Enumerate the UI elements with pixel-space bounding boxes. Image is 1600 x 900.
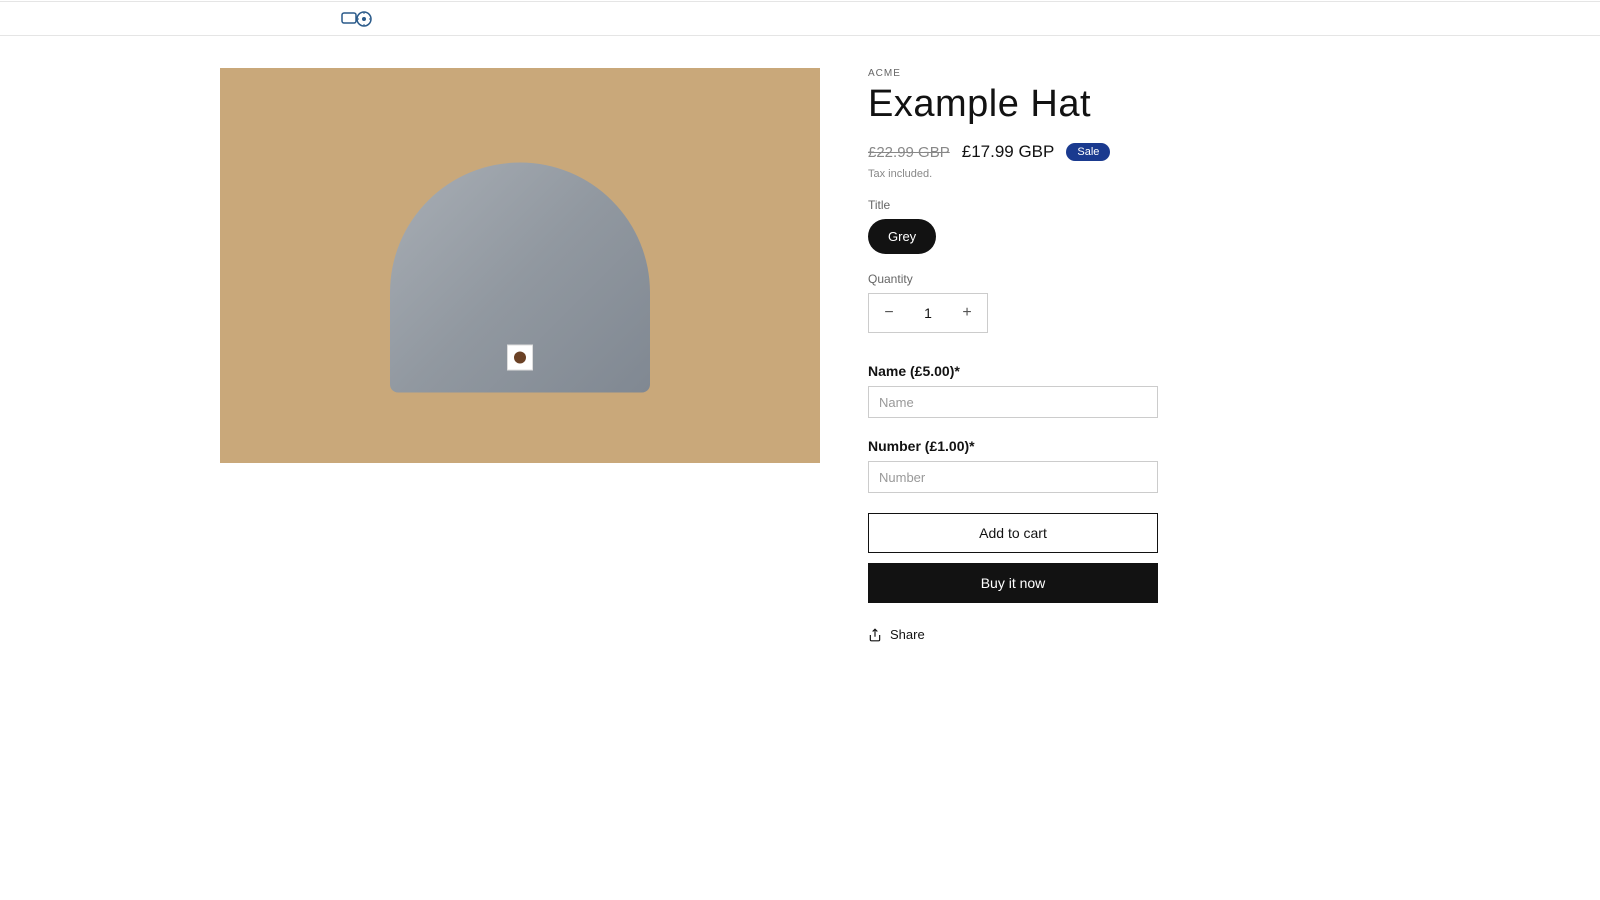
share-icon — [868, 628, 882, 642]
logo-area[interactable] — [340, 10, 372, 28]
hat-illustration — [390, 162, 650, 392]
sale-price: £17.99 GBP — [962, 142, 1055, 162]
number-input[interactable] — [868, 461, 1158, 493]
sale-badge: Sale — [1066, 143, 1110, 161]
tax-note: Tax included. — [868, 168, 1158, 180]
name-input[interactable] — [868, 386, 1158, 418]
name-field-label: Name (£5.00)* — [868, 363, 1158, 379]
vendor-name: ACME — [868, 68, 1158, 79]
number-field-label: Number (£1.00)* — [868, 438, 1158, 454]
quantity-decrease-button[interactable]: − — [869, 294, 909, 332]
custom-field-number: Number (£1.00)* — [868, 438, 1158, 493]
custom-field-name: Name (£5.00)* — [868, 363, 1158, 418]
buy-now-button[interactable]: Buy it now — [868, 563, 1158, 603]
variant-label: Title — [868, 198, 1158, 212]
compare-at-price: £22.99 GBP — [868, 144, 950, 161]
variant-option-grey[interactable]: Grey — [868, 219, 936, 254]
hat-brand-tag — [507, 344, 533, 370]
quantity-increase-button[interactable]: + — [947, 294, 987, 332]
add-to-cart-button[interactable]: Add to cart — [868, 513, 1158, 553]
product-image[interactable] — [220, 68, 820, 463]
quantity-value[interactable]: 1 — [909, 305, 947, 321]
product-container: ACME Example Hat £22.99 GBP £17.99 GBP S… — [160, 36, 1440, 642]
logo-icon — [340, 10, 372, 28]
product-title: Example Hat — [868, 83, 1158, 126]
header-nav — [0, 2, 1600, 36]
share-button[interactable]: Share — [868, 627, 1158, 642]
share-label: Share — [890, 627, 925, 642]
price-row: £22.99 GBP £17.99 GBP Sale — [868, 142, 1158, 162]
quantity-selector: − 1 + — [868, 293, 988, 333]
product-details: ACME Example Hat £22.99 GBP £17.99 GBP S… — [868, 68, 1158, 642]
quantity-label: Quantity — [868, 272, 1158, 286]
